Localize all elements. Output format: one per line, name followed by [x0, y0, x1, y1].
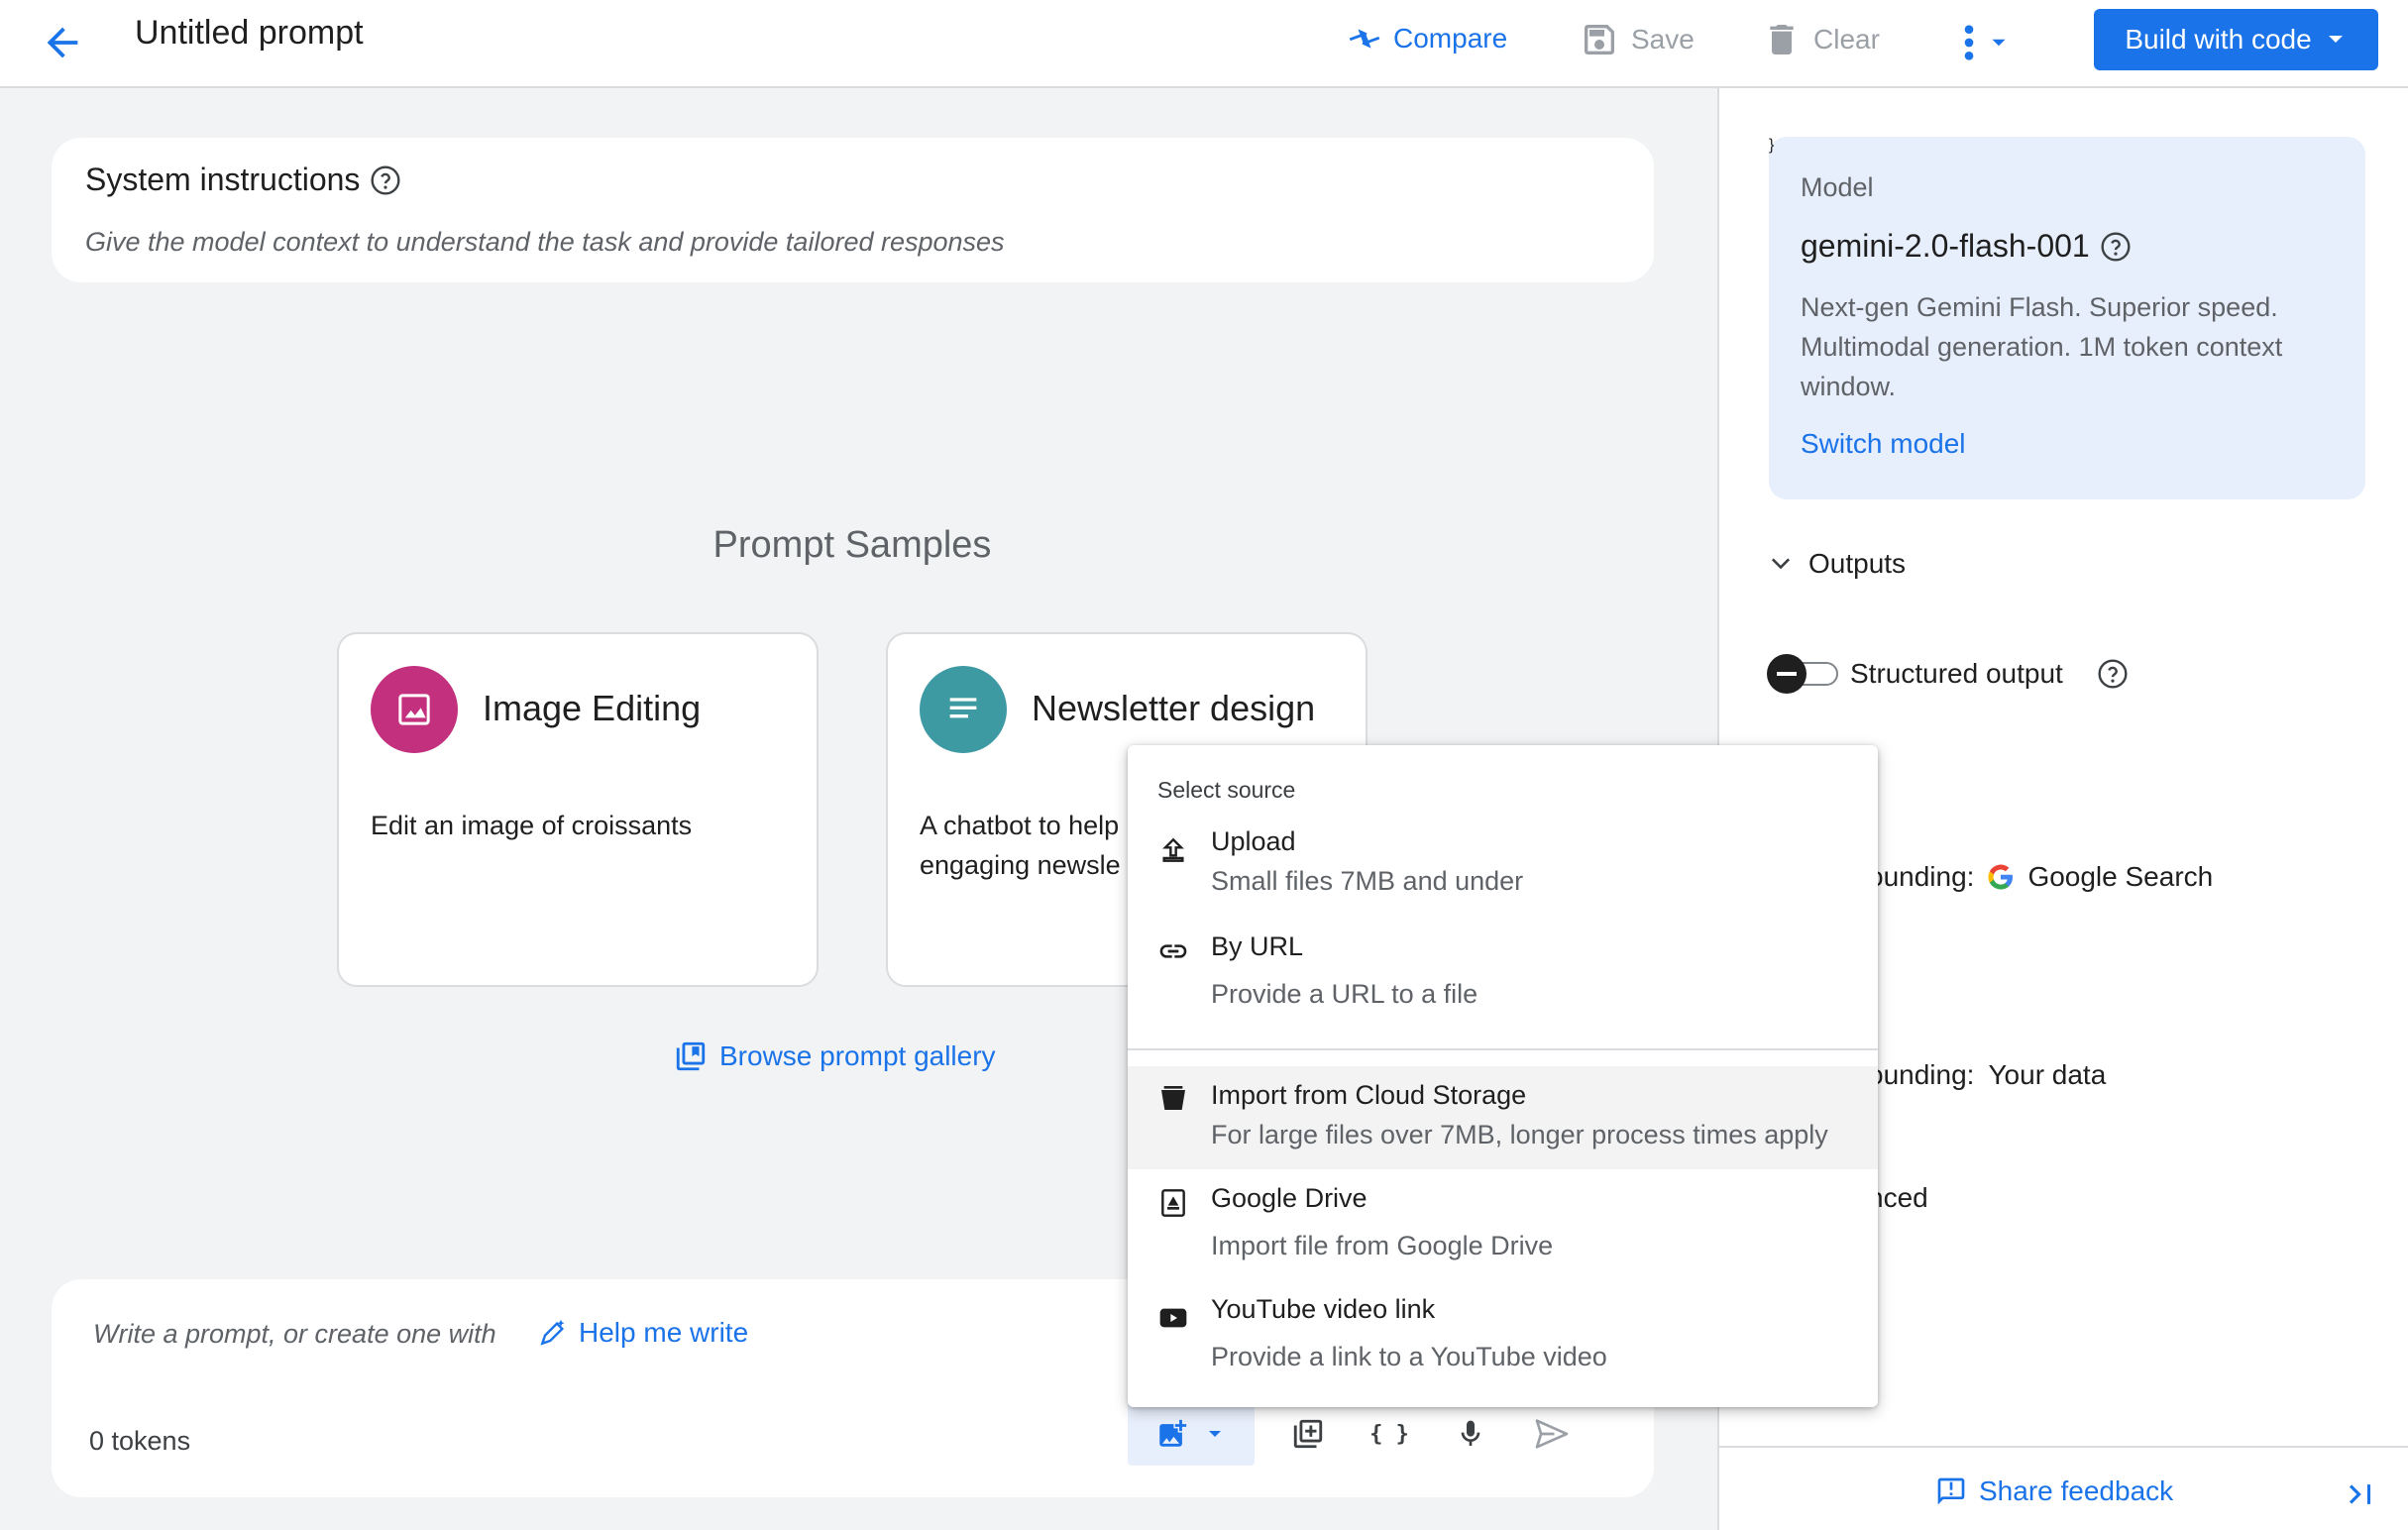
add-content-button[interactable] [1276, 1402, 1340, 1466]
browse-prompt-gallery-label: Browse prompt gallery [719, 1040, 996, 1071]
caret-down-icon [1209, 1431, 1221, 1437]
save-icon [1585, 25, 1614, 55]
menu-item-title: Import from Cloud Storage [1211, 1080, 1527, 1110]
structured-output-label: Structured output [1850, 658, 2063, 689]
top-bar: Untitled prompt Compare Save Clear Build… [0, 0, 2408, 88]
menu-item-subtitle: For large files over 7MB, longer process… [1211, 1120, 1828, 1149]
more-vert-icon [1964, 25, 1974, 60]
structured-output-row: Structured output [1767, 654, 2129, 694]
menu-item-subtitle: Import file from Google Drive [1211, 1231, 1554, 1260]
save-label: Save [1631, 24, 1695, 55]
pen-sparkle-icon [540, 1319, 565, 1346]
trash-icon [1770, 25, 1794, 55]
token-count: 0 tokens [89, 1426, 191, 1456]
link-icon [1159, 944, 1187, 958]
microphone-icon [1461, 1420, 1480, 1446]
share-feedback-label: Share feedback [1979, 1475, 2174, 1506]
help-icon[interactable] [2097, 658, 2129, 690]
grounding-google-search-row[interactable]: ounding: Google Search [1868, 861, 2213, 893]
model-description-line: Multimodal generation. 1M token context [1801, 332, 2283, 362]
menu-item-title: YouTube video link [1211, 1294, 1436, 1324]
outputs-label: Outputs [1808, 548, 1907, 579]
save-button[interactable]: Save [1580, 20, 1695, 59]
sample-card-description-line: A chatbot to help [920, 811, 1120, 840]
help-me-write-label: Help me write [579, 1317, 749, 1348]
menu-item-import-cloud-storage[interactable]: Import from Cloud Storage For large file… [1128, 1066, 1878, 1169]
model-label: Model [1801, 172, 1874, 202]
collapse-panel-icon[interactable] [2344, 1477, 2377, 1511]
more-options-button[interactable] [1962, 20, 2031, 65]
sample-card-title: Image Editing [483, 688, 702, 728]
gallery-icon [676, 1041, 706, 1071]
menu-item-by-url[interactable]: By URL Provide a URL to a file [1128, 931, 1878, 1044]
help-icon[interactable] [370, 164, 401, 196]
caret-down-icon [1992, 39, 2006, 47]
add-image-icon [1159, 1419, 1187, 1447]
sample-card-title: Newsletter design [1032, 688, 1316, 728]
chevron-down-icon [1771, 558, 1791, 570]
upload-icon [1162, 837, 1184, 862]
microphone-button[interactable] [1439, 1402, 1502, 1466]
structured-output-toggle[interactable] [1767, 654, 1838, 694]
system-instructions-input[interactable]: Give the model context to understand the… [85, 227, 1005, 258]
menu-item-subtitle: Provide a link to a YouTube video [1211, 1342, 1607, 1371]
menu-item-title: Google Drive [1211, 1183, 1368, 1213]
menu-item-google-drive[interactable]: Google Drive Import file from Google Dri… [1128, 1183, 1878, 1282]
page-title[interactable]: Untitled prompt [135, 14, 364, 53]
image-icon [371, 666, 458, 753]
prompt-samples-heading: Prompt Samples [712, 524, 992, 566]
menu-item-title: Upload [1211, 826, 1296, 856]
switch-model-link[interactable]: Switch model [1801, 428, 1966, 460]
select-source-menu: Select source Upload Small files 7MB and… [1128, 745, 1878, 1407]
model-description-line: window. [1801, 372, 1897, 401]
model-description-line: Next-gen Gemini Flash. Superior speed. [1801, 292, 2278, 322]
google-drive-icon [1161, 1189, 1185, 1217]
browse-prompt-gallery-link[interactable]: Browse prompt gallery [674, 1039, 996, 1073]
back-arrow-icon[interactable] [40, 20, 85, 65]
grounding-label: ounding: [1868, 861, 1975, 892]
prompt-input[interactable]: Write a prompt, or create one with [93, 1319, 496, 1350]
share-feedback-button[interactable]: Share feedback [1935, 1475, 2173, 1507]
grounding-your-data-row[interactable]: ounding: Your data [1868, 1059, 2106, 1091]
sample-card-description: Edit an image of croissants [371, 811, 693, 840]
compare-icon [1349, 29, 1380, 49]
menu-item-subtitle: Provide a URL to a file [1211, 979, 1478, 1009]
build-with-code-button[interactable]: Build with code [2094, 9, 2378, 70]
google-g-icon [1988, 864, 2014, 890]
insert-media-button[interactable] [1128, 1402, 1255, 1466]
compare-button[interactable]: Compare [1348, 22, 1507, 55]
model-name: gemini-2.0-flash-001 [1801, 228, 2090, 264]
notes-icon [920, 666, 1007, 753]
sample-card-image-editing[interactable]: Image Editing Edit an image of croissant… [337, 632, 819, 987]
system-instructions-title: System instructions [85, 162, 361, 197]
menu-item-youtube-link[interactable]: YouTube video link Provide a link to a Y… [1128, 1294, 1878, 1393]
library-add-icon [1293, 1419, 1323, 1449]
bucket-icon [1161, 1086, 1185, 1110]
menu-item-title: By URL [1211, 931, 1304, 961]
outputs-section-toggle[interactable]: Outputs [1767, 548, 1906, 580]
clear-button[interactable]: Clear [1762, 20, 1880, 59]
feedback-icon [1937, 1477, 1965, 1505]
compare-label: Compare [1393, 23, 1508, 54]
code-braces-icon[interactable]: { } [1358, 1402, 1421, 1466]
menu-item-upload[interactable]: Upload Small files 7MB and under [1128, 826, 1878, 929]
build-with-code-label: Build with code [2125, 24, 2312, 55]
send-button[interactable] [1520, 1402, 1584, 1466]
help-me-write-button[interactable]: Help me write [537, 1317, 748, 1349]
grounding-value: Your data [1988, 1059, 2107, 1090]
menu-heading: Select source [1157, 777, 1296, 803]
clear-label: Clear [1813, 24, 1880, 55]
sample-card-description-line: engaging newsle [920, 850, 1121, 880]
system-instructions-card[interactable]: System instructions Give the model conte… [52, 138, 1654, 282]
divider [1719, 1446, 2408, 1448]
help-icon[interactable] [2100, 231, 2132, 263]
menu-divider [1128, 1048, 1878, 1050]
send-icon [1535, 1419, 1569, 1449]
caret-down-icon [2328, 36, 2343, 43]
youtube-icon [1159, 1308, 1187, 1328]
grounding-label: ounding: [1868, 1059, 1975, 1090]
model-card: Model gemini-2.0-flash-001 Next-gen Gemi… [1769, 137, 2365, 499]
grounding-value: Google Search [2027, 861, 2214, 892]
menu-item-subtitle: Small files 7MB and under [1211, 866, 1524, 896]
